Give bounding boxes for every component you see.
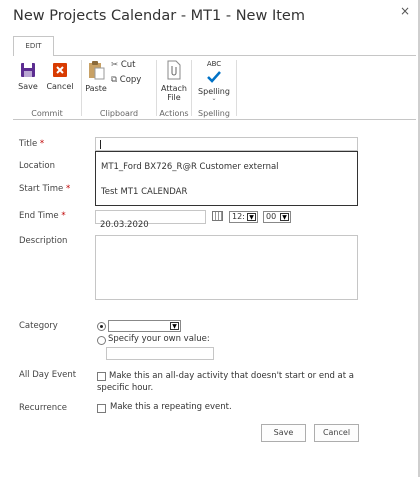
end-time-label-text: End Time <box>19 211 59 221</box>
category-select[interactable]: ▼ <box>108 320 181 332</box>
cancel-button[interactable]: Cancel <box>44 62 76 91</box>
title-input[interactable] <box>95 137 358 151</box>
spelling-button[interactable]: ABC Spelling ⌄ <box>194 60 234 102</box>
autocomplete-item[interactable]: Test MT1 CALENDAR <box>101 187 187 197</box>
paste-button[interactable]: Paste <box>84 60 108 93</box>
calendar-icon[interactable] <box>212 211 223 221</box>
chevron-down-icon: ▼ <box>280 213 289 221</box>
attach-file-button[interactable]: Attach File <box>159 60 189 102</box>
description-label: Description <box>19 236 68 246</box>
end-minute-value: 00 <box>266 212 277 221</box>
chevron-down-icon: ⌄ <box>211 95 217 102</box>
cut-button[interactable]: ✂ Cut <box>111 60 135 70</box>
paste-label: Paste <box>85 84 107 93</box>
text-cursor <box>100 140 101 149</box>
description-textarea[interactable] <box>95 235 358 300</box>
autocomplete-item[interactable]: MT1_Ford BX726_R@R Customer external <box>101 162 279 172</box>
specify-own-value-radio[interactable] <box>97 336 106 345</box>
copy-label: Copy <box>119 75 142 85</box>
end-date-value: 20.03.2020 <box>100 220 149 230</box>
scissors-icon: ✂ <box>111 60 119 70</box>
recurrence-label: Recurrence <box>19 403 67 413</box>
custom-category-input[interactable] <box>106 347 214 360</box>
save-label: Save <box>18 82 38 91</box>
required-mark: * <box>65 184 71 194</box>
cut-label: Cut <box>120 60 136 70</box>
specify-own-value-label: Specify your own value: <box>108 334 210 344</box>
location-label: Location <box>19 161 55 171</box>
all-day-event-label: All Day Event <box>19 370 77 380</box>
checkmark-icon <box>207 71 221 83</box>
end-date-input[interactable]: 20.03.2020 <box>95 210 206 230</box>
save-form-button[interactable]: Save <box>261 424 306 442</box>
actions-group: Attach File Actions <box>157 56 191 120</box>
copy-button[interactable]: ⧉ Copy <box>111 75 141 85</box>
save-button[interactable]: Save <box>17 62 39 91</box>
end-minute-select[interactable]: 00 ▼ <box>263 211 291 223</box>
attach-label-1: Attach <box>161 84 187 93</box>
cancel-form-button[interactable]: Cancel <box>314 424 359 442</box>
end-hour-select[interactable]: 12: ▼ <box>229 211 258 223</box>
tab-edit[interactable]: EDIT <box>13 36 54 56</box>
actions-group-label: Actions <box>159 109 189 118</box>
copy-icon: ⧉ <box>111 75 118 85</box>
start-time-label: Start Time * <box>19 184 70 194</box>
ribbon-separator <box>236 60 237 116</box>
autocomplete-dropdown: MT1_Ford BX726_R@R Customer external Tes… <box>95 151 358 206</box>
chevron-down-icon: ▼ <box>247 213 256 221</box>
category-label: Category <box>19 321 58 331</box>
attach-label-2: File <box>167 93 181 102</box>
end-hour-value: 12: <box>232 212 245 221</box>
spelling-group: ABC Spelling ⌄ Spelling <box>192 56 236 120</box>
close-icon[interactable]: × <box>400 4 410 18</box>
spelling-group-label: Spelling <box>198 109 230 118</box>
paste-icon <box>89 61 105 80</box>
end-time-label: End Time * <box>19 211 66 221</box>
commit-group-label: Commit <box>31 109 63 118</box>
required-mark: * <box>39 139 45 149</box>
required-mark: * <box>61 211 66 221</box>
recurrence-checkbox[interactable] <box>97 404 106 413</box>
clipboard-group-label: Clipboard <box>99 109 139 118</box>
commit-group: Save Cancel Commit <box>13 56 81 120</box>
attach-file-icon <box>167 60 181 80</box>
spelling-abc-label: ABC <box>206 60 222 68</box>
cancel-icon <box>53 63 67 77</box>
chevron-down-icon: ▼ <box>170 322 179 330</box>
save-icon <box>21 63 35 77</box>
ribbon: Save Cancel Commit Paste ✂ Cut ⧉ Copy Cl… <box>13 55 416 120</box>
cancel-label: Cancel <box>46 82 74 91</box>
start-time-label-text: Start Time <box>19 184 64 194</box>
category-choice-radio[interactable] <box>97 322 106 331</box>
title-label: Title * <box>19 139 44 149</box>
title-label-text: Title <box>19 139 38 149</box>
clipboard-group: Paste ✂ Cut ⧉ Copy Clipboard <box>82 56 156 120</box>
recurrence-text: Make this a repeating event. <box>110 402 232 412</box>
dialog-title: New Projects Calendar - MT1 - New Item <box>13 8 305 24</box>
all-day-event-text: Make this an all-day activity that doesn… <box>97 371 355 393</box>
